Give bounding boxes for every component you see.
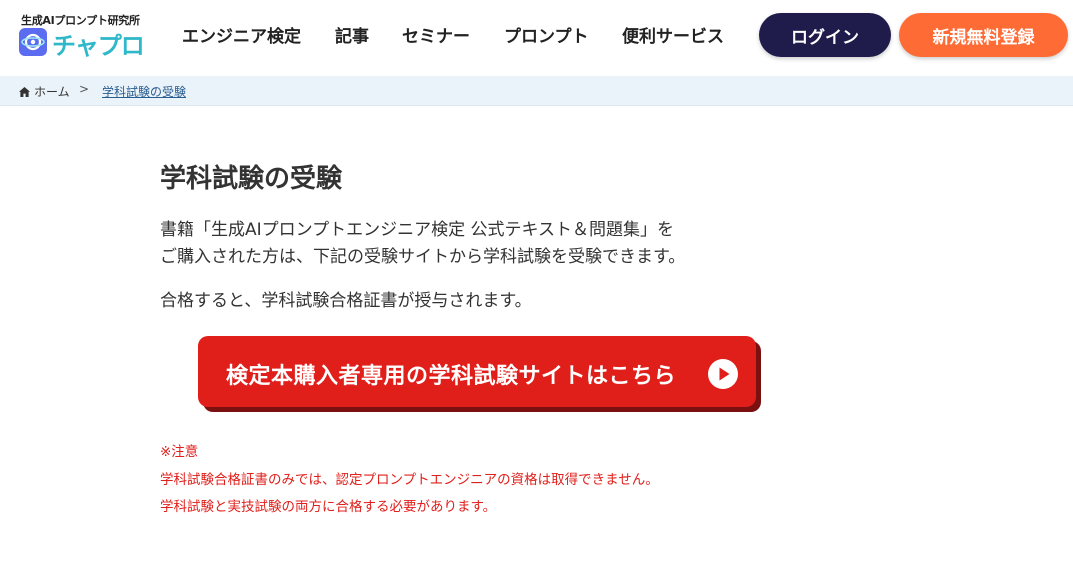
page-title: 学科試験の受験 <box>160 164 343 194</box>
certificate-paragraph: 合格すると、学科試験合格証書が授与されます。 <box>160 291 532 311</box>
site-header: 生成AIプロンプト研究所 チャプロ エンジニア検定 記事 セミナー プロンプト … <box>0 0 1073 76</box>
nav-item-seminars[interactable]: セミナー <box>402 22 470 47</box>
site-logo[interactable]: 生成AIプロンプト研究所 チャプロ <box>19 12 147 60</box>
exam-site-button-label: 検定本購入者専用の学科試験サイトはこちら <box>226 364 677 389</box>
notice-line-1: 学科試験合格証書のみでは、認定プロンプトエンジニアの資格は取得できません。 <box>160 471 659 488</box>
home-icon <box>19 86 30 97</box>
exam-site-button[interactable]: 検定本購入者専用の学科試験サイトはこちら <box>198 336 756 407</box>
logo-name: チャプロ <box>52 32 145 60</box>
breadcrumb-home-label: ホーム <box>34 85 70 99</box>
breadcrumb-home-link[interactable]: ホーム <box>19 83 70 100</box>
notice-line-2: 学科試験と実技試験の両方に合格する必要があります。 <box>160 499 497 515</box>
main-content: 学科試験の受験 書籍「生成AIプロンプトエンジニア検定 公式テキスト＆問題集」を… <box>160 106 920 566</box>
chapro-logo-icon <box>19 28 47 56</box>
intro-line-2: ご購入された方は、下記の受験サイトから学科試験を受験できます。 <box>160 247 686 267</box>
nav-item-engineer-exam[interactable]: エンジニア検定 <box>182 22 301 47</box>
intro-line-1: 書籍「生成AIプロンプトエンジニア検定 公式テキスト＆問題集」を <box>160 220 675 240</box>
exam-site-cta: 検定本購入者専用の学科試験サイトはこちら <box>198 336 763 414</box>
play-circle-icon <box>708 359 738 389</box>
register-button[interactable]: 新規無料登録 <box>899 13 1068 57</box>
notice-block: ※注意 学科試験合格証書のみでは、認定プロンプトエンジニアの資格は取得できません… <box>160 439 659 522</box>
notice-heading: ※注意 <box>160 444 199 460</box>
nav-item-articles[interactable]: 記事 <box>335 22 369 47</box>
breadcrumb-separator: > <box>79 82 90 96</box>
breadcrumb: ホーム > 学科試験の受験 <box>0 76 1073 106</box>
nav-item-services[interactable]: 便利サービス <box>622 22 724 47</box>
breadcrumb-current-link[interactable]: 学科試験の受験 <box>102 83 186 100</box>
intro-paragraph: 書籍「生成AIプロンプトエンジニア検定 公式テキスト＆問題集」を ご購入された方… <box>160 217 685 271</box>
nav-item-prompts[interactable]: プロンプト <box>504 22 589 47</box>
login-button[interactable]: ログイン <box>759 13 891 57</box>
